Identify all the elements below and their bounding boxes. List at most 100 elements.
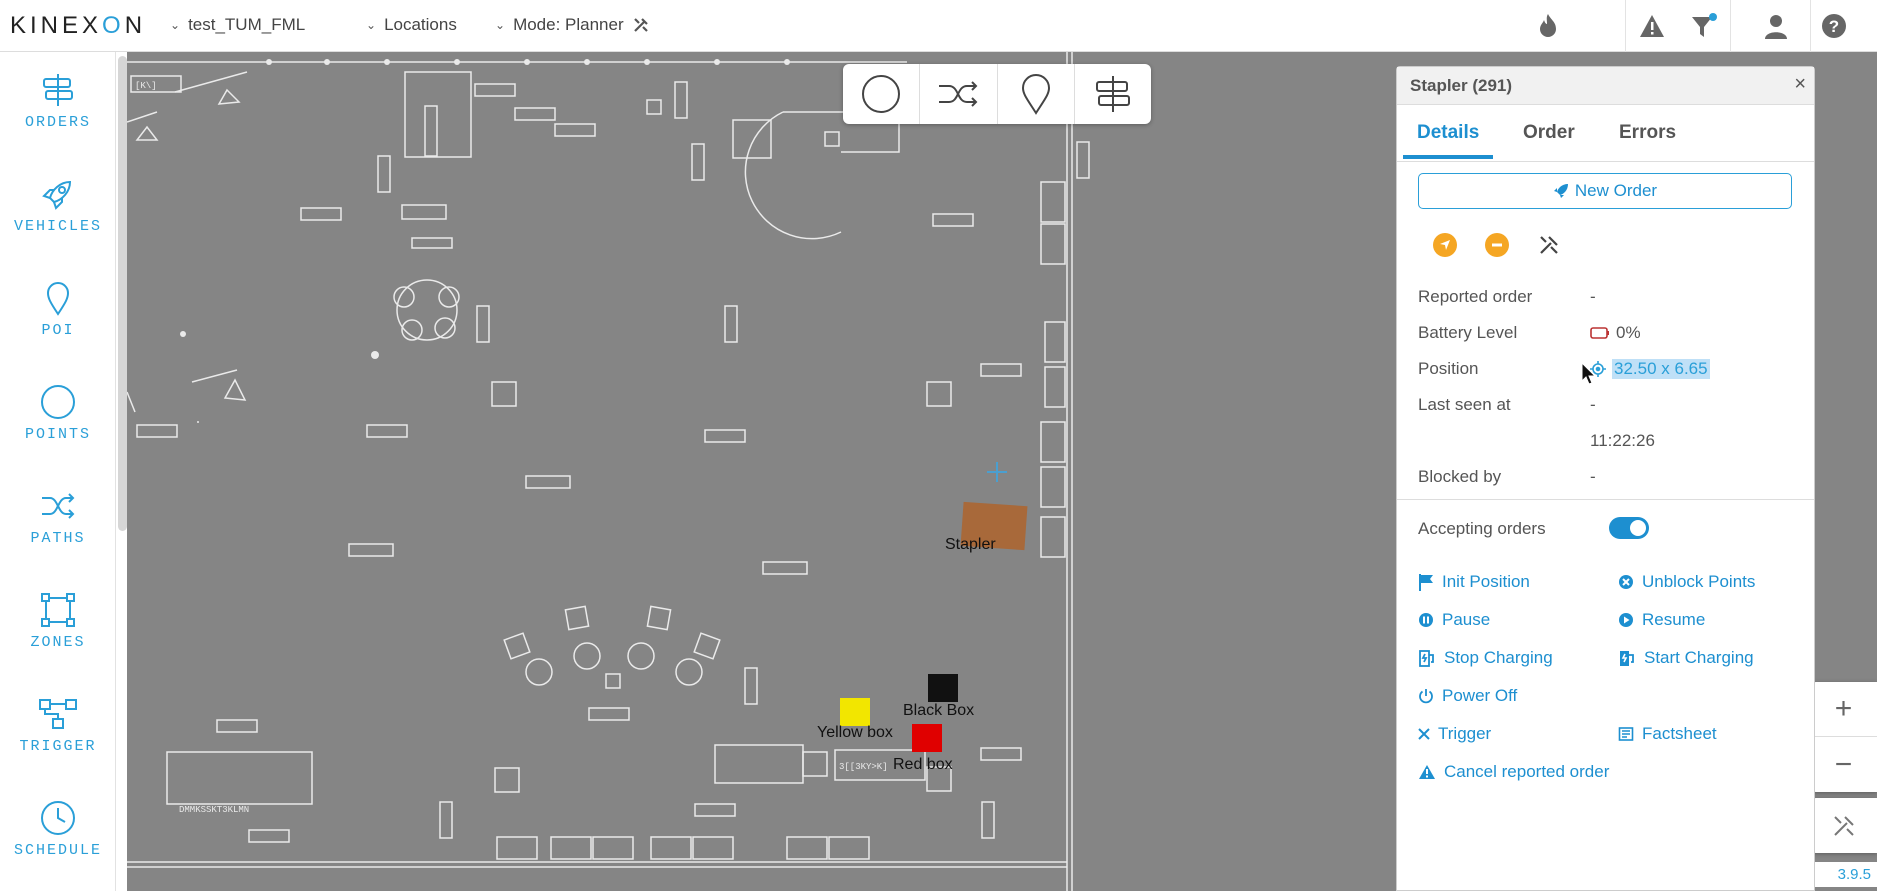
- chevron-down-icon: ⌄: [366, 18, 377, 32]
- sidebar-item-points[interactable]: POINTS: [0, 364, 116, 464]
- shuffle-tool-icon: [939, 81, 978, 107]
- charging-station-icon: [1419, 650, 1434, 667]
- charging-station-icon: [1620, 651, 1634, 666]
- sidebar-item-label: ORDERS: [24, 114, 91, 131]
- reported-order-value: -: [1590, 287, 1596, 306]
- circle-tool-icon: [862, 75, 901, 113]
- tab-details[interactable]: Details: [1417, 122, 1479, 144]
- stop-charging-button[interactable]: Stop Charging: [1418, 648, 1553, 668]
- mode-label: Mode: Planner: [513, 15, 624, 34]
- tab-order[interactable]: Order: [1523, 122, 1575, 144]
- start-charging-button[interactable]: Start Charging: [1618, 648, 1754, 668]
- position-value[interactable]: 32.50 x 6.65: [1590, 359, 1710, 379]
- navigate-button[interactable]: [1433, 233, 1457, 257]
- battery-empty-icon: [1590, 327, 1609, 339]
- sidebar-item-label: ZONES: [30, 634, 86, 651]
- alerts-button[interactable]: [1634, 10, 1670, 42]
- add-path-tool[interactable]: [920, 64, 998, 124]
- resume-button[interactable]: Resume: [1618, 610, 1705, 630]
- sidebar-item-trigger[interactable]: TRIGGER: [0, 676, 116, 776]
- zone-square-icon: [41, 593, 75, 627]
- cancel-reported-order-button[interactable]: Cancel reported order: [1418, 762, 1609, 782]
- tools-icon: [633, 18, 648, 32]
- chevron-down-icon: ⌄: [170, 18, 181, 32]
- sidebar-item-vehicles[interactable]: VEHICLES: [0, 156, 116, 256]
- locations-label: Locations: [384, 15, 457, 34]
- divider: [1397, 499, 1814, 500]
- power-icon: [1419, 689, 1433, 704]
- panel-title: Stapler (291): [1410, 76, 1513, 95]
- project-name: test_TUM_FML: [188, 15, 306, 34]
- flame-icon: [1540, 14, 1556, 37]
- rocket-icon: [1553, 184, 1568, 198]
- times-circle-icon: [1619, 575, 1633, 589]
- tab-errors[interactable]: Errors: [1619, 122, 1676, 144]
- help-icon: ?: [1822, 14, 1846, 38]
- black-box-label: Black Box: [903, 702, 975, 719]
- map-toolbar: [843, 64, 1151, 124]
- battery-level-value: 0%: [1590, 323, 1641, 343]
- accepting-orders-toggle[interactable]: [1609, 517, 1649, 539]
- sidebar-item-orders[interactable]: ORDERS: [0, 52, 116, 152]
- zoom-in-button[interactable]: +: [1810, 682, 1877, 737]
- maintenance-button[interactable]: [1537, 233, 1561, 257]
- zoom-controls: + −: [1810, 682, 1877, 792]
- mode-selector[interactable]: ⌄ Mode: Planner: [495, 15, 650, 35]
- unblock-points-button[interactable]: Unblock Points: [1618, 572, 1755, 592]
- new-order-label: New Order: [1574, 181, 1658, 200]
- sidebar-item-zones[interactable]: ZONES: [0, 572, 116, 672]
- shuffle-icon: [42, 493, 75, 519]
- pause-circle-icon: [1419, 613, 1433, 627]
- reported-order-label: Reported order: [1418, 287, 1533, 306]
- locations-selector[interactable]: ⌄ Locations: [366, 15, 457, 35]
- init-position-button[interactable]: Init Position: [1418, 572, 1530, 592]
- sidebar-item-paths[interactable]: PATHS: [0, 468, 116, 568]
- chevron-down-icon: ⌄: [495, 18, 506, 32]
- help-button[interactable]: ?: [1816, 10, 1852, 42]
- trigger-flow-icon: [39, 699, 77, 729]
- panel-tabs: Details Order Errors: [1397, 105, 1814, 162]
- panel-header: Stapler (291) ×: [1397, 67, 1814, 105]
- document-icon: [1618, 727, 1634, 741]
- app-version: 3.9.5: [1810, 862, 1877, 887]
- sidebar-item-label: TRIGGER: [19, 738, 97, 755]
- kinexon-logo[interactable]: KINEXON: [10, 12, 146, 40]
- user-icon: [1765, 15, 1787, 39]
- new-order-button[interactable]: New Order: [1418, 173, 1792, 209]
- close-icon: [1418, 728, 1430, 740]
- block-button[interactable]: [1485, 233, 1509, 257]
- red-box-label: Red box: [893, 756, 953, 773]
- filter-icon: [1692, 13, 1717, 37]
- zoom-out-button[interactable]: −: [1810, 737, 1877, 792]
- factsheet-button[interactable]: Factsheet: [1618, 724, 1717, 744]
- flame-button[interactable]: [1530, 10, 1566, 42]
- sidebar-item-label: VEHICLES: [13, 218, 102, 235]
- minus-circle-icon: [1492, 243, 1502, 247]
- sidebar-item-schedule[interactable]: SCHEDULE: [0, 780, 116, 880]
- add-poi-tool[interactable]: [998, 64, 1075, 124]
- blocked-by-label: Blocked by: [1418, 467, 1502, 486]
- add-point-tool[interactable]: [843, 64, 921, 124]
- map-tools-button[interactable]: [1810, 798, 1877, 853]
- power-off-button[interactable]: Power Off: [1418, 686, 1517, 706]
- sidebar-scrollbar[interactable]: [118, 56, 127, 531]
- warning-icon: [1419, 765, 1435, 779]
- project-selector[interactable]: ⌄ test_TUM_FML: [170, 15, 305, 35]
- sidebar-item-label: POINTS: [24, 426, 91, 443]
- mouse-cursor-icon: [1581, 362, 1597, 385]
- add-order-tool[interactable]: [1075, 64, 1151, 124]
- clock-icon: [41, 801, 75, 835]
- pause-button[interactable]: Pause: [1418, 610, 1490, 630]
- trigger-button[interactable]: Trigger: [1418, 724, 1491, 744]
- close-icon[interactable]: ×: [1794, 73, 1806, 96]
- svg-text:DMMKSSKT3KLMN: DMMKSSKT3KLMN: [179, 805, 249, 815]
- stapler-label: Stapler: [945, 536, 996, 553]
- accepting-orders-label: Accepting orders: [1418, 519, 1546, 538]
- last-seen-label: Last seen at: [1418, 395, 1511, 414]
- filter-button[interactable]: [1686, 10, 1722, 42]
- sidebar-item-poi[interactable]: POI: [0, 260, 116, 360]
- user-button[interactable]: [1758, 10, 1794, 42]
- quick-actions: [1433, 233, 1561, 257]
- yellow-box-label: Yellow box: [817, 724, 893, 741]
- blocked-by-value: -: [1590, 467, 1596, 486]
